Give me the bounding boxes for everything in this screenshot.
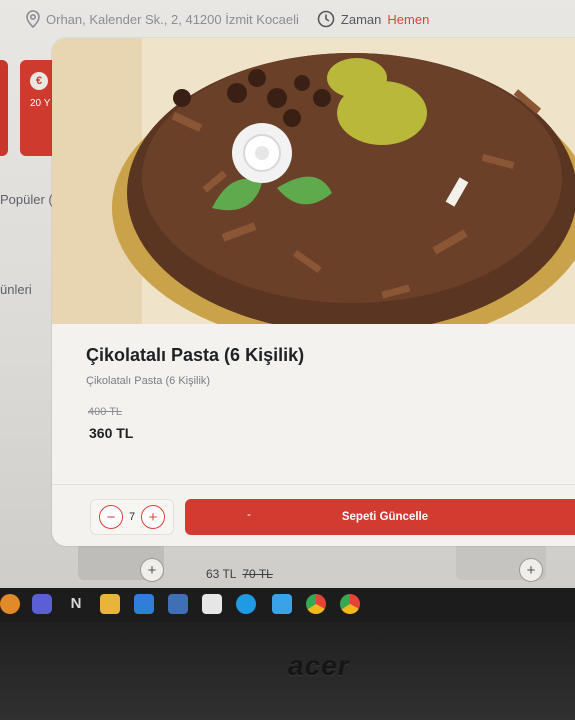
explorer-icon[interactable] <box>100 594 120 614</box>
product-title: Çikolatalı Pasta (6 Kişilik) <box>86 345 305 365</box>
increment-button[interactable]: + <box>141 505 165 529</box>
quantity-stepper: − 7 + <box>90 499 174 535</box>
product-old-price: 400 TL <box>88 406 123 418</box>
section-populer-heading: Popüler (2 <box>0 192 60 207</box>
meet-icon[interactable] <box>32 594 52 614</box>
chrome-icon[interactable] <box>306 594 326 614</box>
footer-divider <box>52 484 575 485</box>
category-card-label: 20 Y <box>30 98 51 109</box>
background-price-old: 70 TL <box>242 567 273 581</box>
store-icon[interactable] <box>202 594 222 614</box>
background-price-current: 63 TL <box>206 567 237 581</box>
clock-icon <box>317 10 335 28</box>
notion-icon[interactable]: N <box>66 594 86 614</box>
brand-logo: acer <box>288 650 350 681</box>
product-description: Çikolatalı Pasta (6 Kişilik) <box>86 375 211 387</box>
time-value-link[interactable]: Hemen <box>387 12 429 27</box>
weather-icon[interactable] <box>0 594 20 614</box>
quantity-value: 7 <box>128 511 136 523</box>
mail-icon[interactable] <box>134 594 154 614</box>
notepad-icon[interactable] <box>272 594 292 614</box>
app-icon[interactable] <box>168 594 188 614</box>
location-pin-icon[interactable] <box>26 10 40 28</box>
background-add-button[interactable]: + <box>140 558 164 582</box>
time-label: Zaman <box>340 11 382 27</box>
update-cart-dash: - <box>247 509 251 521</box>
edge-icon[interactable] <box>236 594 256 614</box>
delivery-address[interactable]: Orhan, Kalender Sk., 2, 41200 İzmit Koca… <box>46 12 299 27</box>
decrement-button[interactable]: − <box>99 505 123 529</box>
update-cart-button[interactable]: - Sepeti Güncelle <box>185 499 575 535</box>
background-card-edge <box>0 60 8 156</box>
browser-screen: Orhan, Kalender Sk., 2, 41200 İzmit Koca… <box>0 0 575 588</box>
product-modal: Çikolatalı Pasta (6 Kişilik) Çikolatalı … <box>52 38 575 546</box>
background-product-price: 63 TL 70 TL <box>206 567 273 581</box>
background-add-button-right[interactable]: + <box>519 558 543 582</box>
section-heading-partial: ünleri <box>0 282 32 297</box>
product-image <box>52 38 575 324</box>
chrome-profile-icon[interactable] <box>340 594 360 614</box>
delivery-bar: Orhan, Kalender Sk., 2, 41200 İzmit Koca… <box>0 0 575 38</box>
update-cart-label: Sepeti Güncelle <box>341 511 429 523</box>
category-badge-icon: € <box>30 72 48 90</box>
product-price: 360 TL <box>89 425 134 441</box>
